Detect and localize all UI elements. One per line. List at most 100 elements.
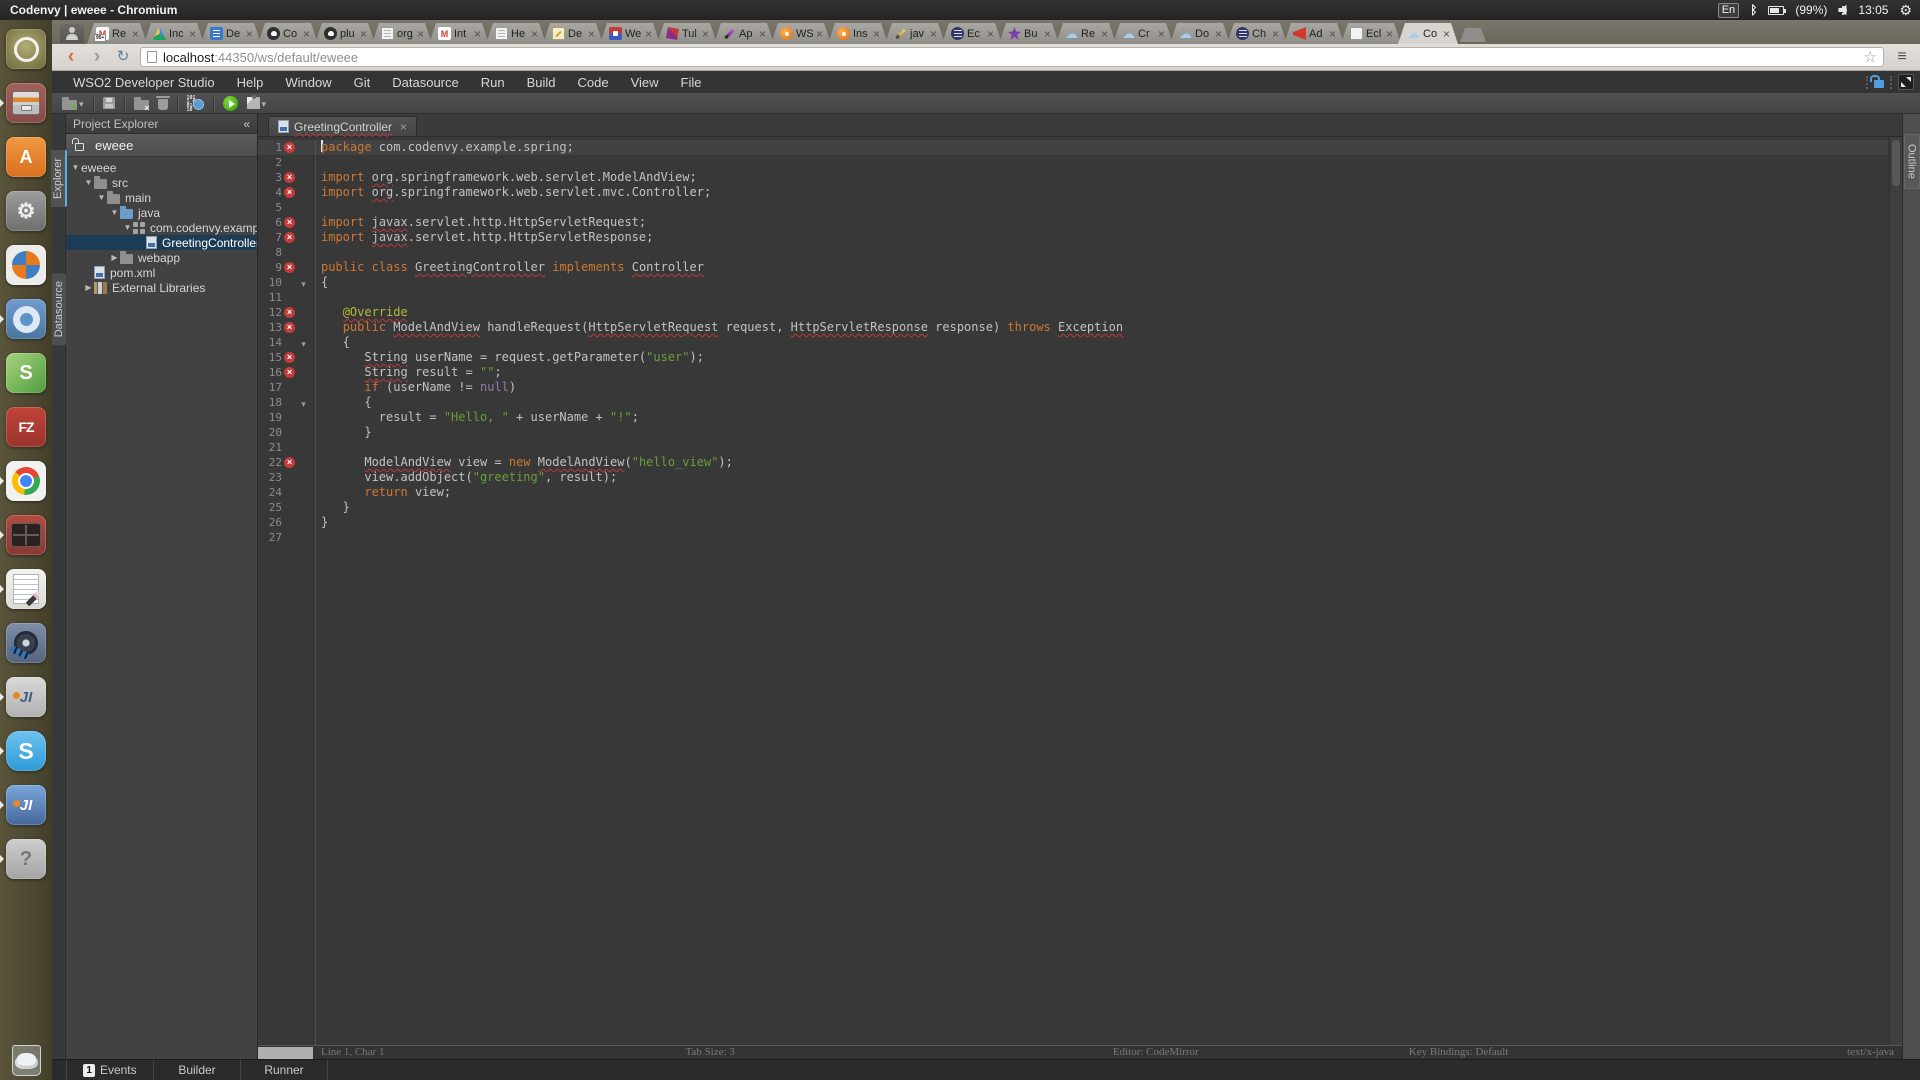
- tab-close-icon[interactable]: [246, 29, 253, 39]
- tab-close-icon[interactable]: [1443, 29, 1450, 39]
- menu-item-help[interactable]: Help: [226, 75, 275, 90]
- tab-close-icon[interactable]: [759, 29, 766, 39]
- bookmark-star-icon[interactable]: [1864, 48, 1877, 66]
- launcher-item-filezilla[interactable]: FZ: [0, 400, 52, 454]
- scrollbar-thumb[interactable]: [1892, 140, 1900, 186]
- bluetooth-icon[interactable]: ᛒ: [1750, 3, 1757, 17]
- tree-item-main[interactable]: ▼main: [66, 190, 257, 205]
- browser-tab[interactable]: Ec: [942, 23, 1002, 44]
- tree-arrow-icon[interactable]: ▼: [96, 193, 107, 202]
- key-bindings[interactable]: Key Bindings: Default: [1409, 1046, 1509, 1058]
- browser-tab[interactable]: De: [543, 23, 603, 44]
- browser-tab[interactable]: Ch: [1227, 23, 1287, 44]
- tab-size[interactable]: Tab Size: 3: [685, 1046, 734, 1058]
- browser-tab[interactable]: Ap: [714, 23, 774, 44]
- tab-close-icon[interactable]: [1101, 29, 1108, 39]
- tab-close-icon[interactable]: [816, 29, 823, 39]
- browser-tab[interactable]: WS: [771, 23, 831, 44]
- tab-close-icon[interactable]: [1386, 29, 1393, 39]
- fold-arrow-icon[interactable]: [297, 334, 310, 352]
- launcher-item-chromium-browser[interactable]: [0, 292, 52, 346]
- session-gear-icon[interactable]: [1899, 3, 1912, 17]
- tree-item-java[interactable]: ▼java: [66, 205, 257, 220]
- tab-close-icon[interactable]: [1215, 29, 1222, 39]
- keyboard-layout-indicator[interactable]: En: [1718, 3, 1739, 18]
- new-project-button[interactable]: [62, 94, 84, 112]
- tree-item-src[interactable]: ▼src: [66, 175, 257, 190]
- launcher-item-file-manager[interactable]: [0, 76, 52, 130]
- browser-tab[interactable]: Ecl: [1341, 23, 1401, 44]
- launcher-item-terminator-terminal[interactable]: [0, 508, 52, 562]
- tab-close-icon[interactable]: [987, 29, 994, 39]
- browser-tab[interactable]: Do: [1170, 23, 1230, 44]
- browser-tab[interactable]: Ins: [828, 23, 888, 44]
- launcher-item-intellij-idea-community[interactable]: JI: [0, 670, 52, 724]
- tree-arrow-icon[interactable]: ▼: [122, 223, 133, 232]
- menu-item-file[interactable]: File: [670, 75, 713, 90]
- back-button[interactable]: [62, 48, 80, 66]
- browser-tab[interactable]: Re: [87, 23, 147, 44]
- menu-item-build[interactable]: Build: [516, 75, 567, 90]
- editor-scrollbar[interactable]: [1889, 137, 1902, 1045]
- menu-item-code[interactable]: Code: [567, 75, 620, 90]
- delete-button[interactable]: [158, 97, 168, 110]
- deploy-button[interactable]: [247, 94, 267, 112]
- menu-item-view[interactable]: View: [620, 75, 670, 90]
- launcher-item-intellij-idea-ultimate[interactable]: JI: [0, 778, 52, 832]
- tab-close-icon[interactable]: [873, 29, 880, 39]
- address-bar[interactable]: localhost:44350/ws/default/eweee: [140, 47, 1884, 67]
- browser-tab[interactable]: Cr: [1113, 23, 1173, 44]
- tab-close-icon[interactable]: [417, 29, 424, 39]
- tab-explorer[interactable]: Explorer: [51, 150, 67, 207]
- fold-arrow-icon[interactable]: [297, 394, 310, 412]
- menu-item-run[interactable]: Run: [470, 75, 516, 90]
- launcher-item-swirl-app[interactable]: [0, 238, 52, 292]
- tab-close-icon[interactable]: [189, 29, 196, 39]
- tree-arrow-icon[interactable]: ▶: [109, 253, 120, 262]
- reload-button[interactable]: [114, 48, 132, 66]
- tree-arrow-icon[interactable]: ▼: [109, 208, 120, 217]
- browser-tab[interactable]: Co: [258, 23, 318, 44]
- launcher-item-chrome-browser[interactable]: [0, 454, 52, 508]
- tree-item-greetingcontroller[interactable]: GreetingController: [66, 235, 257, 250]
- tree-item-eweee[interactable]: ▼eweee: [66, 160, 257, 175]
- browser-tab[interactable]: Int: [429, 23, 489, 44]
- tree-arrow-icon[interactable]: ▶: [83, 283, 94, 292]
- tab-close-icon[interactable]: [702, 29, 709, 39]
- browser-tab[interactable]: Re: [1056, 23, 1116, 44]
- launcher-item-skype[interactable]: S: [0, 724, 52, 778]
- code-editor[interactable]: 1234567891011121314151617181920212223242…: [258, 137, 1902, 1045]
- tree-arrow-icon[interactable]: ▼: [70, 163, 81, 172]
- tab-close-icon[interactable]: [930, 29, 937, 39]
- tree-item-external-libraries[interactable]: ▶External Libraries: [66, 280, 257, 295]
- tree-item-pom-xml[interactable]: pom.xml: [66, 265, 257, 280]
- new-tab-button[interactable]: [1460, 28, 1486, 42]
- menu-item-git[interactable]: Git: [343, 75, 382, 90]
- collapse-panel-icon[interactable]: [243, 117, 250, 131]
- tab-close-icon[interactable]: [303, 29, 310, 39]
- tab-close-icon[interactable]: [645, 29, 652, 39]
- battery-icon[interactable]: [1768, 6, 1784, 15]
- browser-avatar-button[interactable]: [60, 24, 84, 43]
- tree-item-com-codenvy-example-sp[interactable]: ▼com.codenvy.example.sp: [66, 220, 257, 235]
- tab-close-icon[interactable]: [1158, 29, 1165, 39]
- launcher-item-help-unknown[interactable]: ?: [0, 832, 52, 886]
- launcher-item-dash-home[interactable]: [0, 22, 52, 76]
- launcher-item-system-settings[interactable]: ⚙: [0, 184, 52, 238]
- editor-tab-greetingcontroller[interactable]: GreetingController: [268, 116, 417, 136]
- tab-close-icon[interactable]: [474, 29, 481, 39]
- browser-tab[interactable]: plu: [315, 23, 375, 44]
- tab-close-icon[interactable]: [360, 29, 367, 39]
- launcher-item-software-center[interactable]: A: [0, 130, 52, 184]
- tab-close-icon[interactable]: [588, 29, 595, 39]
- clock[interactable]: 13:05: [1858, 3, 1888, 17]
- browser-tab[interactable]: Ad: [1284, 23, 1344, 44]
- browser-menu-icon[interactable]: [1892, 48, 1912, 66]
- launcher-item-trash[interactable]: [0, 1026, 52, 1080]
- browser-tab[interactable]: Co: [1398, 23, 1458, 44]
- workspace-row[interactable]: eweee: [66, 134, 257, 157]
- browser-tab[interactable]: jav: [885, 23, 945, 44]
- browser-tab[interactable]: He: [486, 23, 546, 44]
- menu-item-window[interactable]: Window: [274, 75, 342, 90]
- save-button[interactable]: [103, 97, 115, 109]
